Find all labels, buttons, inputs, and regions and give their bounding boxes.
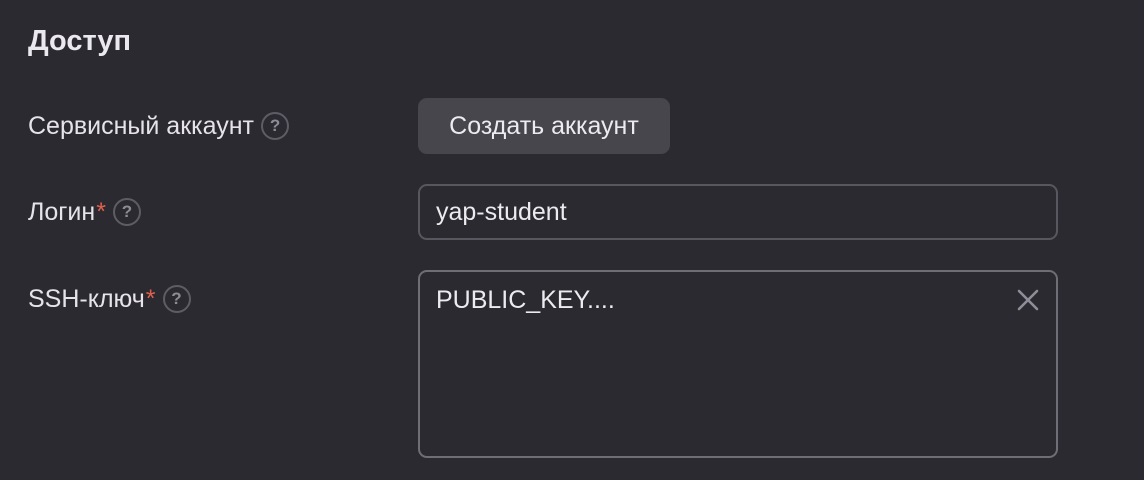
create-account-button[interactable]: Создать аккаунт xyxy=(418,98,670,154)
required-mark: * xyxy=(145,285,156,313)
ssh-key-row: SSH-ключ * ? xyxy=(28,281,191,317)
service-account-label: Сервисный аккаунт xyxy=(28,112,255,140)
help-icon[interactable]: ? xyxy=(261,112,290,140)
close-icon[interactable] xyxy=(1014,286,1042,314)
ssh-key-label: SSH-ключ xyxy=(28,285,145,313)
login-row: Логин * ? xyxy=(28,194,141,230)
section-title: Доступ xyxy=(28,25,132,57)
ssh-key-textarea[interactable]: PUBLIC_KEY.... xyxy=(420,272,1000,456)
ssh-key-field[interactable]: PUBLIC_KEY.... xyxy=(418,270,1058,458)
login-label: Логин xyxy=(28,198,96,226)
access-section: Доступ Сервисный аккаунт ? Создать аккау… xyxy=(0,0,1144,480)
required-mark: * xyxy=(96,198,106,226)
service-account-row: Сервисный аккаунт ? xyxy=(28,108,290,144)
login-input[interactable] xyxy=(418,184,1058,240)
help-icon[interactable]: ? xyxy=(162,285,191,313)
help-icon[interactable]: ? xyxy=(112,198,141,226)
